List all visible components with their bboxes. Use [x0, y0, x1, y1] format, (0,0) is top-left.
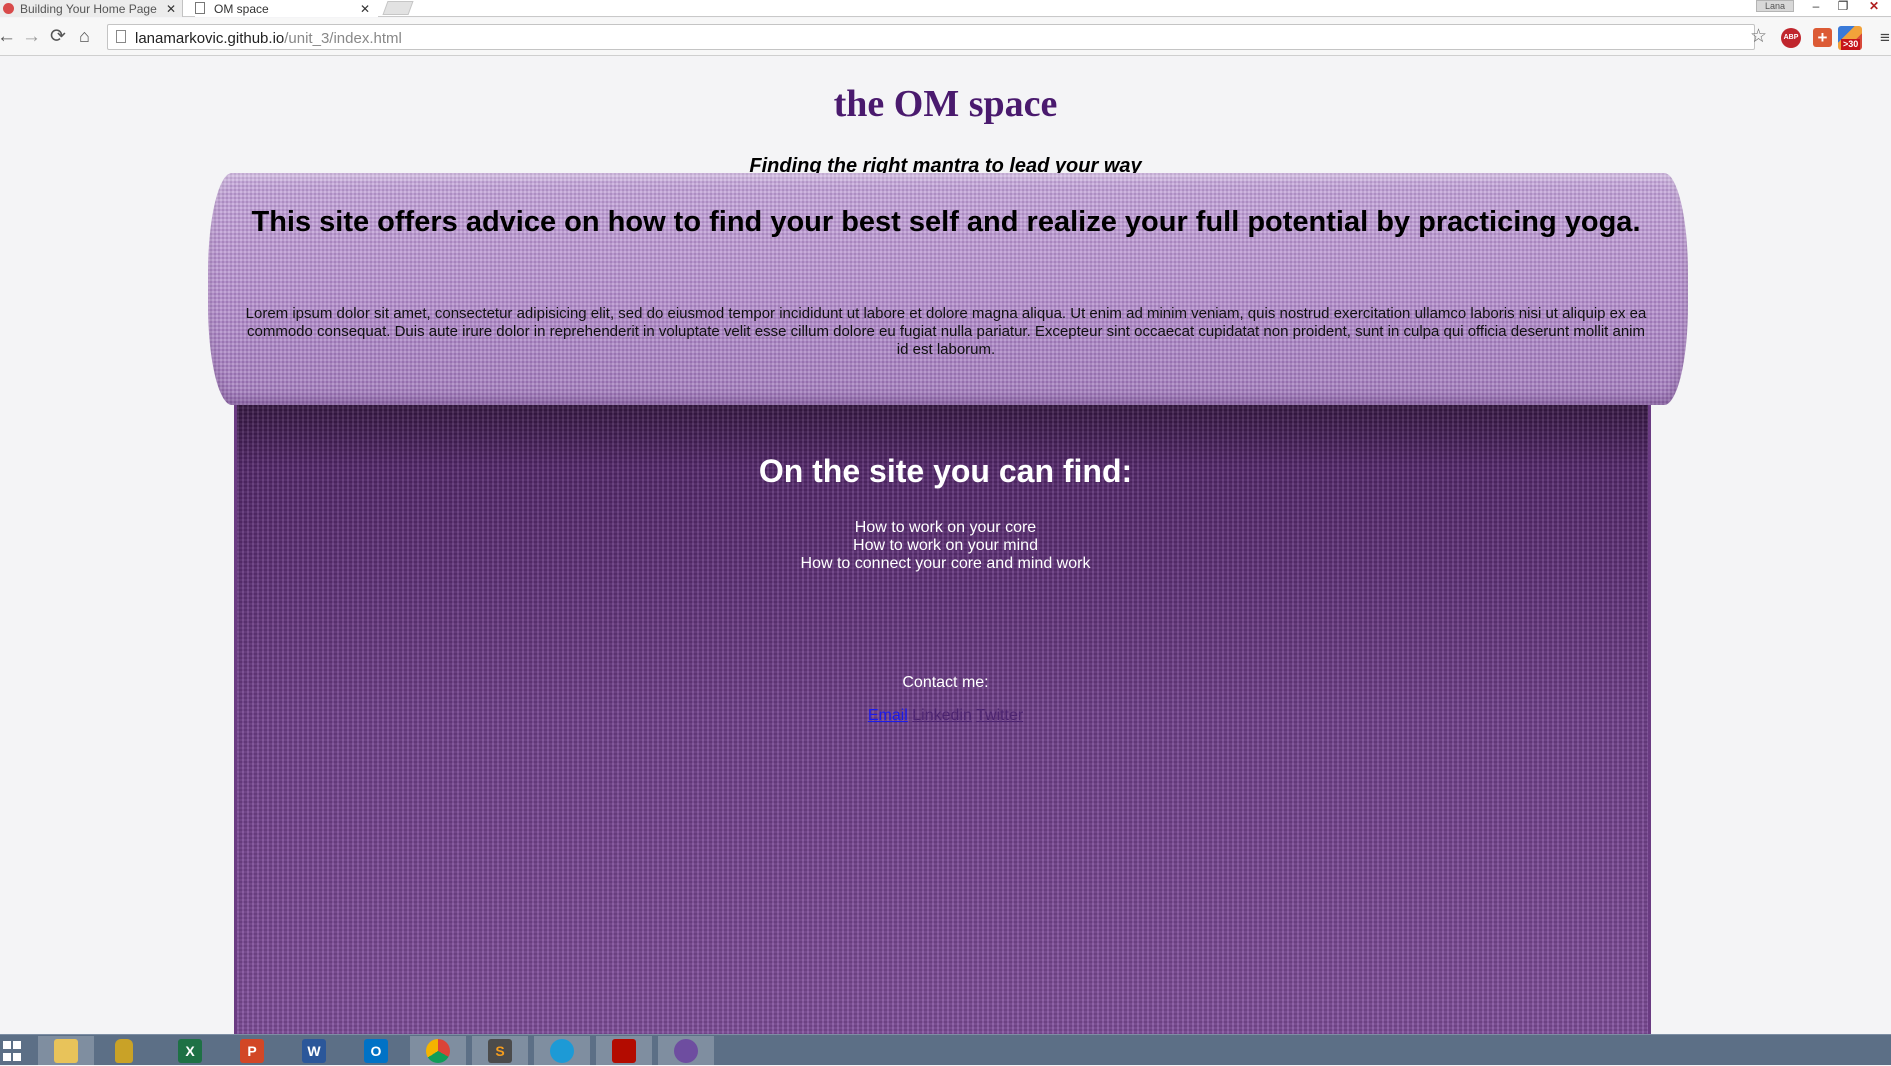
contact-label: Contact me:	[902, 674, 989, 691]
word-icon: W	[302, 1039, 326, 1063]
new-tab-button[interactable]	[382, 1, 414, 15]
taskbar-github[interactable]	[658, 1036, 714, 1066]
chart-extension-icon[interactable]: >30	[1838, 26, 1862, 50]
taskbar-powerpoint[interactable]: P	[224, 1036, 280, 1066]
taskbar-acrobat[interactable]	[596, 1036, 652, 1066]
reload-icon[interactable]: ⟳	[50, 27, 66, 46]
plus-extension-icon[interactable]: +	[1813, 28, 1832, 47]
tab-title: OM space	[214, 1, 269, 16]
intro-heading: This site offers advice on how to find y…	[251, 206, 1641, 238]
page-viewport: the OM space Finding the right mantra to…	[0, 57, 1891, 1034]
maximize-icon[interactable]: ❐	[1835, 0, 1851, 12]
tab-title: Building Your Home Page	[20, 1, 157, 16]
list-item: How to connect your core and mind work	[800, 555, 1091, 572]
browser-toolbar: ← → ⟳ ⌂ lanamarkovic.github.io/unit_3/in…	[0, 18, 1891, 56]
url-host: lanamarkovic.github.io	[135, 30, 285, 47]
taskbar-file-explorer[interactable]	[38, 1036, 94, 1066]
github-icon	[674, 1039, 698, 1063]
list-item: How to work on your core	[854, 519, 1037, 536]
tab-favicon-icon	[3, 3, 14, 14]
powerpoint-icon: P	[240, 1039, 264, 1063]
browser-tabstrip: Building Your Home Page ✕ OM space ✕ Lan…	[0, 0, 1891, 17]
chrome-icon	[426, 1039, 450, 1063]
outlook-icon: O	[364, 1039, 388, 1063]
back-arrow-icon[interactable]: ←	[0, 27, 16, 46]
url-path: /unit_3/index.html	[284, 30, 402, 47]
find-heading: On the site you can find:	[758, 453, 1133, 489]
home-icon[interactable]: ⌂	[79, 27, 90, 46]
taskbar-excel[interactable]: X	[162, 1036, 218, 1066]
windows-icon	[2, 1039, 22, 1063]
email-link[interactable]: Email	[868, 707, 908, 724]
network-icon	[550, 1039, 574, 1063]
excel-icon: X	[178, 1039, 202, 1063]
taskbar-word[interactable]: W	[286, 1036, 342, 1066]
windows-taskbar: X P W O S	[0, 1034, 1891, 1066]
taskbar-chrome[interactable]	[410, 1036, 466, 1066]
twitter-link[interactable]: Twitter	[976, 707, 1023, 724]
acrobat-icon	[612, 1039, 636, 1063]
sublime-icon: S	[488, 1039, 512, 1063]
tab-om-space[interactable]: OM space ✕	[195, 0, 378, 17]
tab-close-icon[interactable]: ✕	[166, 2, 176, 16]
tab-close-icon[interactable]: ✕	[360, 2, 370, 16]
forward-arrow-icon[interactable]: →	[22, 27, 41, 46]
intro-paragraph: Lorem ipsum dolor sit amet, consectetur …	[245, 305, 1647, 358]
tab-building-your-home-page[interactable]: Building Your Home Page ✕	[0, 0, 183, 17]
taskbar-security[interactable]	[96, 1036, 152, 1066]
profile-badge[interactable]: Lana	[1756, 0, 1794, 12]
minimize-icon[interactable]: –	[1808, 0, 1824, 12]
taskbar-network[interactable]	[534, 1036, 590, 1066]
taskbar-sublime[interactable]: S	[472, 1036, 528, 1066]
contact-links: Email Linkedin Twitter	[0, 707, 1891, 725]
start-button[interactable]	[0, 1036, 40, 1066]
browser-menu-icon[interactable]: ≡	[1880, 28, 1890, 48]
taskbar-outlook[interactable]: O	[348, 1036, 404, 1066]
lock-icon	[115, 1039, 133, 1063]
find-list: How to work on your core How to work on …	[0, 519, 1891, 573]
site-title: the OM space	[833, 83, 1058, 125]
page-icon	[116, 30, 126, 43]
adblock-extension-icon[interactable]: ABP	[1781, 28, 1801, 48]
folder-icon	[54, 1039, 78, 1063]
page-favicon-icon	[195, 2, 205, 14]
url-text: lanamarkovic.github.io/unit_3/index.html	[135, 30, 402, 47]
window-close-icon[interactable]: ✕	[1866, 0, 1882, 12]
linkedin-link[interactable]: Linkedin	[912, 707, 972, 724]
extension-badge: >30	[1841, 39, 1861, 50]
list-item: How to work on your mind	[853, 537, 1038, 554]
address-bar[interactable]: lanamarkovic.github.io/unit_3/index.html	[107, 24, 1755, 50]
bookmark-star-icon[interactable]: ☆	[1750, 25, 1767, 48]
